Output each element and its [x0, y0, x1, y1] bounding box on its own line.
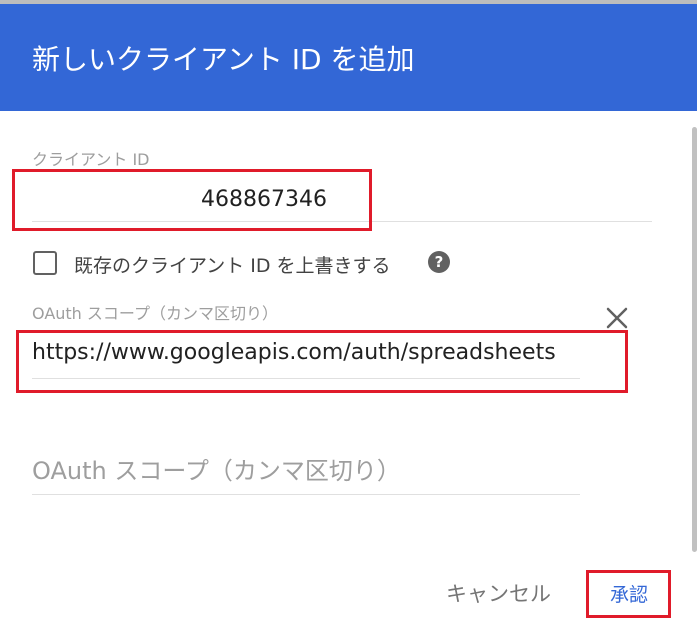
- help-circle-icon[interactable]: ?: [427, 250, 451, 274]
- cancel-button[interactable]: キャンセル: [446, 578, 551, 608]
- overwrite-checkbox-label: 既存のクライアント ID を上書きする: [74, 255, 391, 277]
- oauth-scope-input-1[interactable]: https://www.googleapis.com/auth/spreadsh…: [32, 340, 580, 379]
- client-id-value: 468867346: [201, 187, 327, 212]
- approve-button[interactable]: 承認: [610, 580, 648, 607]
- dialog-header: 新しいクライアント ID を追加: [0, 4, 697, 111]
- oauth-scope-input-2[interactable]: [32, 448, 580, 495]
- overwrite-checkbox[interactable]: [33, 251, 57, 275]
- svg-text:?: ?: [435, 253, 444, 271]
- dialog-title: 新しいクライアント ID を追加: [32, 43, 415, 76]
- scrollbar[interactable]: [692, 127, 697, 552]
- oauth-scope-label: OAuth スコープ（カンマ区切り）: [32, 304, 278, 323]
- close-icon[interactable]: [603, 304, 631, 332]
- client-id-input[interactable]: [32, 183, 652, 222]
- client-id-label: クライアント ID: [32, 150, 150, 169]
